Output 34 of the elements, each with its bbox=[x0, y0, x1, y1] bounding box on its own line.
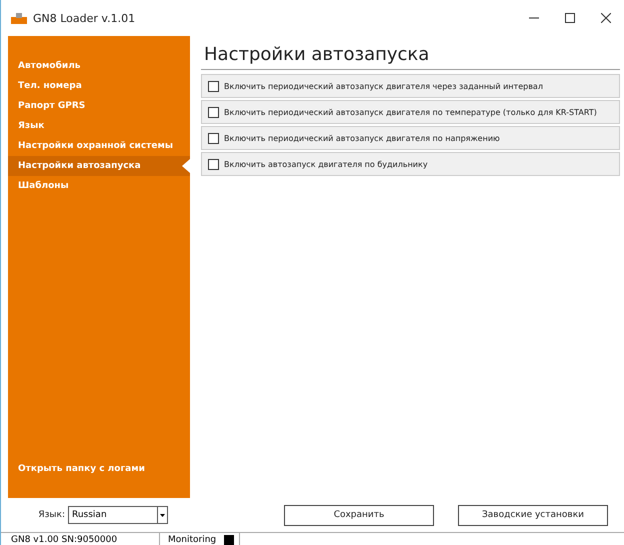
device-status: GN8 v1.00 SN:9050000 bbox=[1, 533, 160, 545]
sidebar-item[interactable]: Настройки автозапуска bbox=[8, 156, 190, 176]
window-title: GN8 Loader v.1.01 bbox=[33, 12, 136, 24]
sidebar-item[interactable]: Тел. номера bbox=[8, 76, 190, 96]
option-row[interactable]: Включить периодический автозапуск двигателя через заданный интервал bbox=[201, 74, 620, 98]
language-select[interactable]: Russian bbox=[68, 506, 168, 524]
monitoring-indicator-icon bbox=[224, 535, 234, 545]
option-label: Включить автозапуск двигателя по будильнику bbox=[224, 160, 428, 168]
monitoring-status: Monitoring bbox=[168, 534, 216, 545]
save-button[interactable]: Сохранить bbox=[284, 504, 434, 526]
factory-reset-button[interactable]: Заводские установки bbox=[458, 504, 608, 526]
option-row[interactable]: Включить периодический автозапуск двигателя по напряжению bbox=[201, 126, 620, 150]
sidebar-item[interactable]: Шаблоны bbox=[8, 176, 190, 196]
open-logs-link[interactable]: Открыть папку с логами bbox=[8, 464, 190, 474]
checkbox[interactable] bbox=[208, 80, 219, 92]
page-title: Настройки автозапуска bbox=[201, 44, 620, 70]
option-label: Включить периодический автозапуск двигателя через заданный интервал bbox=[224, 82, 543, 90]
sidebar-item[interactable]: Настройки охранной системы bbox=[8, 136, 190, 156]
option-row[interactable]: Включить периодический автозапуск двигателя по температуре (только для KR-START) bbox=[201, 100, 620, 124]
sidebar-item[interactable]: Рапорт GPRS bbox=[8, 96, 190, 116]
sidebar-item[interactable]: Язык bbox=[8, 116, 190, 136]
caret-icon bbox=[157, 507, 167, 523]
checkbox[interactable] bbox=[208, 158, 219, 170]
close-icon bbox=[601, 13, 611, 23]
maximize-icon bbox=[565, 13, 575, 23]
app-icon bbox=[11, 12, 27, 24]
option-label: Включить периодический автозапуск двигателя по температуре (только для KR-START) bbox=[224, 108, 597, 116]
pointer-icon bbox=[182, 159, 190, 173]
option-row[interactable]: Включить автозапуск двигателя по будильнику bbox=[201, 152, 620, 176]
checkbox[interactable] bbox=[208, 106, 219, 118]
option-label: Включить периодический автозапуск двигателя по напряжению bbox=[224, 134, 500, 142]
language-label: Язык: bbox=[37, 510, 65, 520]
checkbox[interactable] bbox=[208, 132, 219, 144]
sidebar-item[interactable]: Автомобиль bbox=[8, 56, 190, 76]
